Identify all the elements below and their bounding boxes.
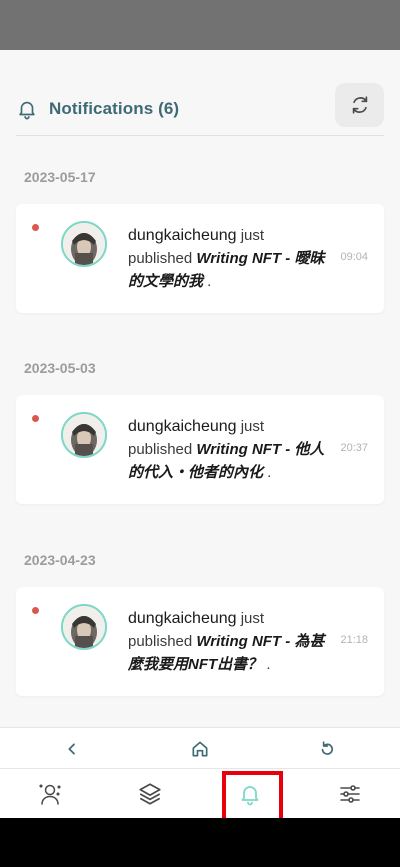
notification-user[interactable]: dungkaicheung bbox=[128, 227, 237, 244]
notification-message: dungkaicheung just published Writing NFT… bbox=[128, 224, 328, 293]
unread-dot bbox=[32, 224, 39, 231]
back-button[interactable] bbox=[61, 738, 83, 760]
chevron-left-icon bbox=[68, 743, 75, 755]
notification-user[interactable]: dungkaicheung bbox=[128, 418, 237, 435]
notification-time: 20:37 bbox=[340, 442, 368, 454]
notification-card[interactable]: dungkaicheung just published Writing NFT… bbox=[16, 204, 384, 313]
avatar[interactable] bbox=[61, 412, 107, 458]
status-bar bbox=[0, 0, 400, 50]
avatar-image bbox=[63, 606, 105, 648]
browser-nav-bar bbox=[0, 727, 400, 768]
avatar-image bbox=[63, 414, 105, 456]
date-label: 2023-05-03 bbox=[24, 360, 96, 376]
avatar-image bbox=[63, 223, 105, 265]
avatar[interactable] bbox=[61, 604, 107, 650]
notification-time: 09:04 bbox=[340, 251, 368, 263]
notification-message: dungkaicheung just published Writing NFT… bbox=[128, 607, 328, 676]
date-label: 2023-05-17 bbox=[24, 169, 96, 185]
refresh-icon bbox=[352, 96, 367, 114]
unread-dot bbox=[32, 415, 39, 422]
notification-text-end: . bbox=[262, 656, 271, 673]
person-icon bbox=[39, 784, 61, 805]
unread-dot bbox=[32, 607, 39, 614]
layers-icon bbox=[139, 783, 161, 805]
home-icon bbox=[192, 741, 208, 757]
tab-settings[interactable] bbox=[300, 769, 400, 819]
tab-notifications[interactable] bbox=[200, 769, 300, 826]
notification-message: dungkaicheung just published Writing NFT… bbox=[128, 415, 328, 484]
bell-icon bbox=[241, 786, 259, 806]
bottom-tab-bar bbox=[0, 768, 400, 826]
page-title: Notifications (6) bbox=[49, 99, 180, 118]
home-button[interactable] bbox=[189, 738, 211, 760]
avatar[interactable] bbox=[61, 221, 107, 267]
notification-card[interactable]: dungkaicheung just published Writing NFT… bbox=[16, 587, 384, 696]
sliders-icon bbox=[340, 785, 360, 803]
notification-user[interactable]: dungkaicheung bbox=[128, 610, 237, 627]
notifications-header: Notifications (6) bbox=[16, 82, 384, 136]
date-label: 2023-04-23 bbox=[24, 552, 96, 568]
refresh-button[interactable] bbox=[335, 83, 384, 127]
tab-portfolio[interactable] bbox=[100, 769, 200, 819]
header-divider bbox=[16, 135, 384, 136]
tab-profile[interactable] bbox=[0, 769, 100, 819]
reload-icon bbox=[321, 741, 333, 755]
system-nav-area bbox=[0, 818, 400, 867]
notifications-page: Notifications (6) 2023-05-17 dungkaicheu bbox=[0, 50, 400, 727]
bell-icon bbox=[19, 101, 35, 120]
reload-button[interactable] bbox=[316, 738, 338, 760]
notification-text-end: . bbox=[263, 464, 272, 481]
notification-card[interactable]: dungkaicheung just published Writing NFT… bbox=[16, 395, 384, 504]
notification-text-end: . bbox=[203, 273, 212, 290]
notification-time: 21:18 bbox=[340, 634, 368, 646]
